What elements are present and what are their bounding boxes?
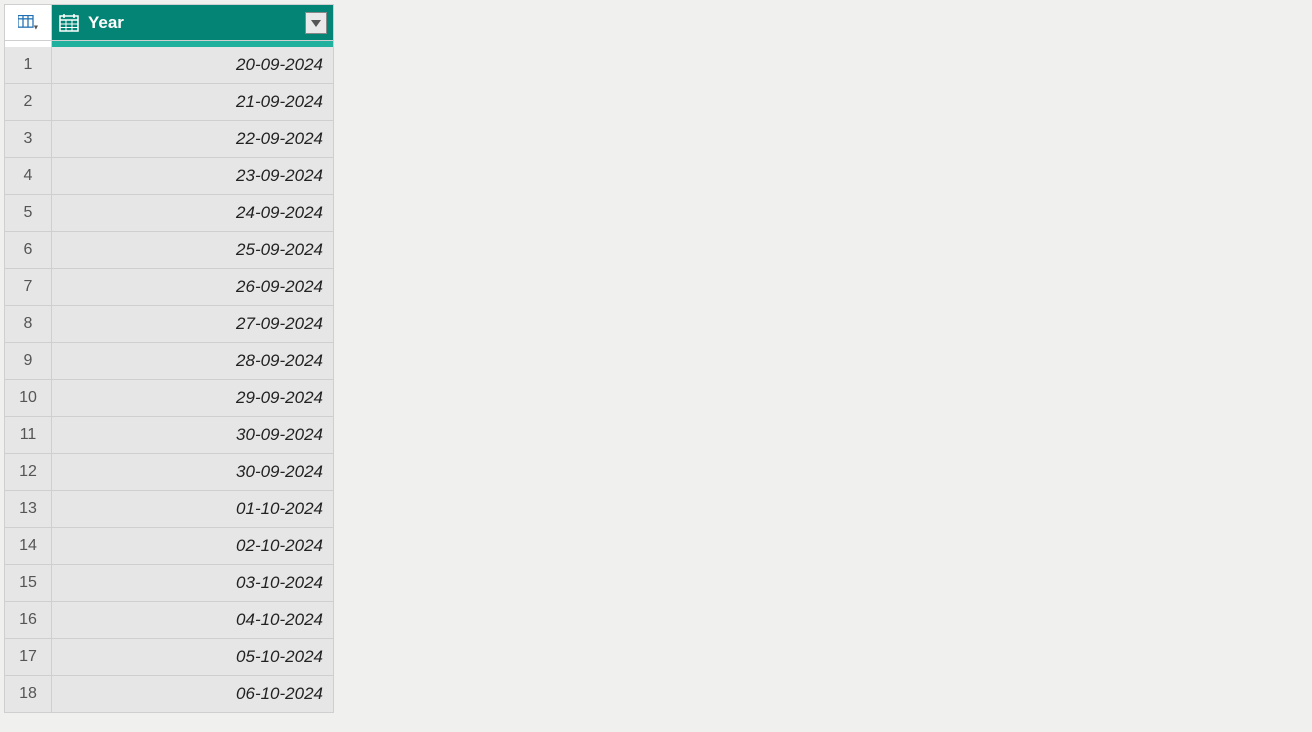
data-cell[interactable]: 06-10-2024 [52,676,334,713]
data-cell[interactable]: 02-10-2024 [52,528,334,565]
data-cell[interactable]: 01-10-2024 [52,491,334,528]
chevron-down-icon [310,18,322,28]
row-number-cell[interactable]: 5 [4,195,52,232]
data-cell[interactable]: 29-09-2024 [52,380,334,417]
row-number-cell[interactable]: 12 [4,454,52,491]
data-cell[interactable]: 20-09-2024 [52,47,334,84]
header-row: Year [4,4,334,41]
row-number-cell[interactable]: 13 [4,491,52,528]
table-row: 524-09-2024 [4,195,334,232]
data-cell[interactable]: 22-09-2024 [52,121,334,158]
row-number-cell[interactable]: 9 [4,343,52,380]
column-name: Year [88,13,305,33]
table-row: 120-09-2024 [4,47,334,84]
data-cell[interactable]: 23-09-2024 [52,158,334,195]
data-cell[interactable]: 05-10-2024 [52,639,334,676]
data-preview-grid: Year 120-09-2024221-09-2024322-09-202442… [4,4,334,713]
data-cell[interactable]: 21-09-2024 [52,84,334,121]
table-row: 1301-10-2024 [4,491,334,528]
row-number-cell[interactable]: 16 [4,602,52,639]
table-row: 1806-10-2024 [4,676,334,713]
table-row: 625-09-2024 [4,232,334,269]
row-number-cell[interactable]: 17 [4,639,52,676]
data-cell[interactable]: 04-10-2024 [52,602,334,639]
row-number-cell[interactable]: 1 [4,47,52,84]
table-row: 423-09-2024 [4,158,334,195]
data-cell[interactable]: 25-09-2024 [52,232,334,269]
data-cell[interactable]: 03-10-2024 [52,565,334,602]
column-filter-button[interactable] [305,12,327,34]
table-row: 1402-10-2024 [4,528,334,565]
data-cell[interactable]: 27-09-2024 [52,306,334,343]
data-cell[interactable]: 30-09-2024 [52,417,334,454]
table-row: 827-09-2024 [4,306,334,343]
row-number-cell[interactable]: 7 [4,269,52,306]
table-row: 1130-09-2024 [4,417,334,454]
table-row: 322-09-2024 [4,121,334,158]
calendar-icon [58,12,80,34]
row-number-cell[interactable]: 15 [4,565,52,602]
select-all-corner[interactable] [4,4,52,41]
column-header-year[interactable]: Year [52,4,334,41]
table-row: 221-09-2024 [4,84,334,121]
table-row: 1604-10-2024 [4,602,334,639]
row-number-cell[interactable]: 2 [4,84,52,121]
row-number-cell[interactable]: 11 [4,417,52,454]
table-row: 1503-10-2024 [4,565,334,602]
row-number-cell[interactable]: 4 [4,158,52,195]
row-number-cell[interactable]: 3 [4,121,52,158]
data-cell[interactable]: 28-09-2024 [52,343,334,380]
row-number-cell[interactable]: 8 [4,306,52,343]
table-row: 1230-09-2024 [4,454,334,491]
row-number-cell[interactable]: 18 [4,676,52,713]
row-number-cell[interactable]: 10 [4,380,52,417]
row-number-cell[interactable]: 14 [4,528,52,565]
data-cell[interactable]: 24-09-2024 [52,195,334,232]
table-row: 1029-09-2024 [4,380,334,417]
table-row: 928-09-2024 [4,343,334,380]
data-cell[interactable]: 30-09-2024 [52,454,334,491]
table-row: 1705-10-2024 [4,639,334,676]
row-number-cell[interactable]: 6 [4,232,52,269]
data-cell[interactable]: 26-09-2024 [52,269,334,306]
table-row: 726-09-2024 [4,269,334,306]
table-icon [18,15,38,31]
